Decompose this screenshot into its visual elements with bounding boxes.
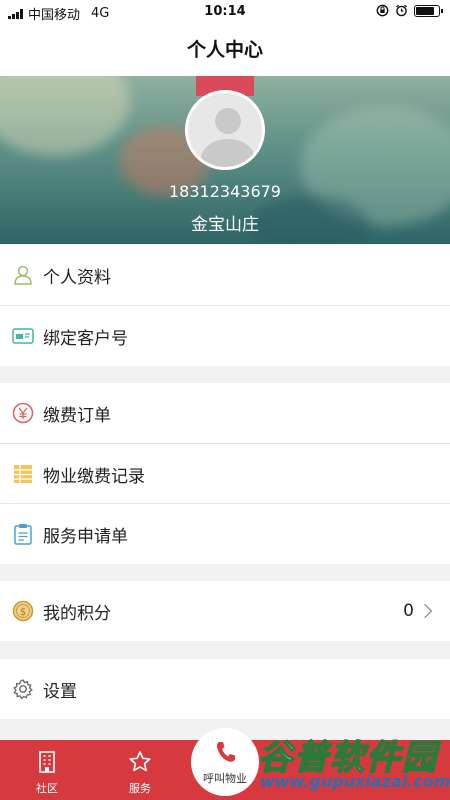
call-property-label: 呼叫物业 xyxy=(203,772,247,785)
menu-label: 绑定客户号 xyxy=(43,328,128,349)
call-property-button[interactable]: 呼叫物业 xyxy=(191,728,259,796)
menu-label: 物业缴费记录 xyxy=(43,466,145,487)
menu-label: 服务申请单 xyxy=(43,526,128,547)
id-card-icon xyxy=(12,325,34,347)
menu-label: 个人资料 xyxy=(43,267,111,288)
ledger-icon xyxy=(12,463,34,485)
alarm-icon xyxy=(396,4,407,17)
tab-community-label: 社区 xyxy=(36,782,58,795)
svg-text:$: $ xyxy=(20,607,26,618)
menu-item-payment-orders[interactable]: 缴费订单 xyxy=(0,383,450,443)
menu-item-bind-account[interactable]: 绑定客户号 xyxy=(0,306,450,366)
page-title: 个人中心 xyxy=(186,39,263,61)
menu-item-property-payment-records[interactable]: 物业缴费记录 xyxy=(0,444,450,504)
profile-header: 18312343679 金宝山庄 xyxy=(0,76,450,244)
avatar-placeholder-head xyxy=(215,108,241,134)
menu-label: 缴费订单 xyxy=(43,405,111,426)
coin-icon: $ xyxy=(12,600,34,622)
menu-label: 设置 xyxy=(43,681,77,702)
star-icon xyxy=(128,750,152,778)
yen-icon xyxy=(12,402,34,424)
person-icon xyxy=(12,264,34,286)
tab-community[interactable]: 社区 xyxy=(2,740,92,800)
avatar[interactable] xyxy=(185,90,265,170)
phone-icon xyxy=(214,740,236,768)
menu-item-service-requests[interactable]: 服务申请单 xyxy=(0,504,450,564)
watermark-url: www.gupuxiazai.com xyxy=(260,772,450,791)
status-right xyxy=(376,4,443,17)
avatar-placeholder-body xyxy=(201,139,255,167)
chevron-right-icon xyxy=(417,603,433,619)
menu-label: 我的积分 xyxy=(43,603,111,624)
menu-item-my-points[interactable]: $ 我的积分 0 xyxy=(0,581,450,641)
battery-fill xyxy=(416,6,434,15)
rotation-lock-icon xyxy=(376,4,389,17)
gear-icon xyxy=(12,678,34,700)
tab-service-label: 服务 xyxy=(129,782,151,795)
header-bokeh xyxy=(0,76,130,156)
watermark-logo: 谷普软件园 www.gupuxiazai.com xyxy=(250,728,450,794)
clipboard-icon xyxy=(12,523,34,545)
menu-item-personal-info[interactable]: 个人资料 xyxy=(0,245,450,305)
menu-item-settings[interactable]: 设置 xyxy=(0,659,450,719)
nav-bar: 个人中心 xyxy=(0,24,450,76)
user-phone: 18312343679 xyxy=(169,182,281,201)
points-value: 0 xyxy=(403,601,414,621)
building-icon xyxy=(36,750,58,778)
user-community: 金宝山庄 xyxy=(191,215,259,235)
tab-service[interactable]: 服务 xyxy=(95,740,185,800)
status-bar: 中国移动 4G 10:14 xyxy=(0,0,450,24)
battery-icon xyxy=(414,4,443,17)
